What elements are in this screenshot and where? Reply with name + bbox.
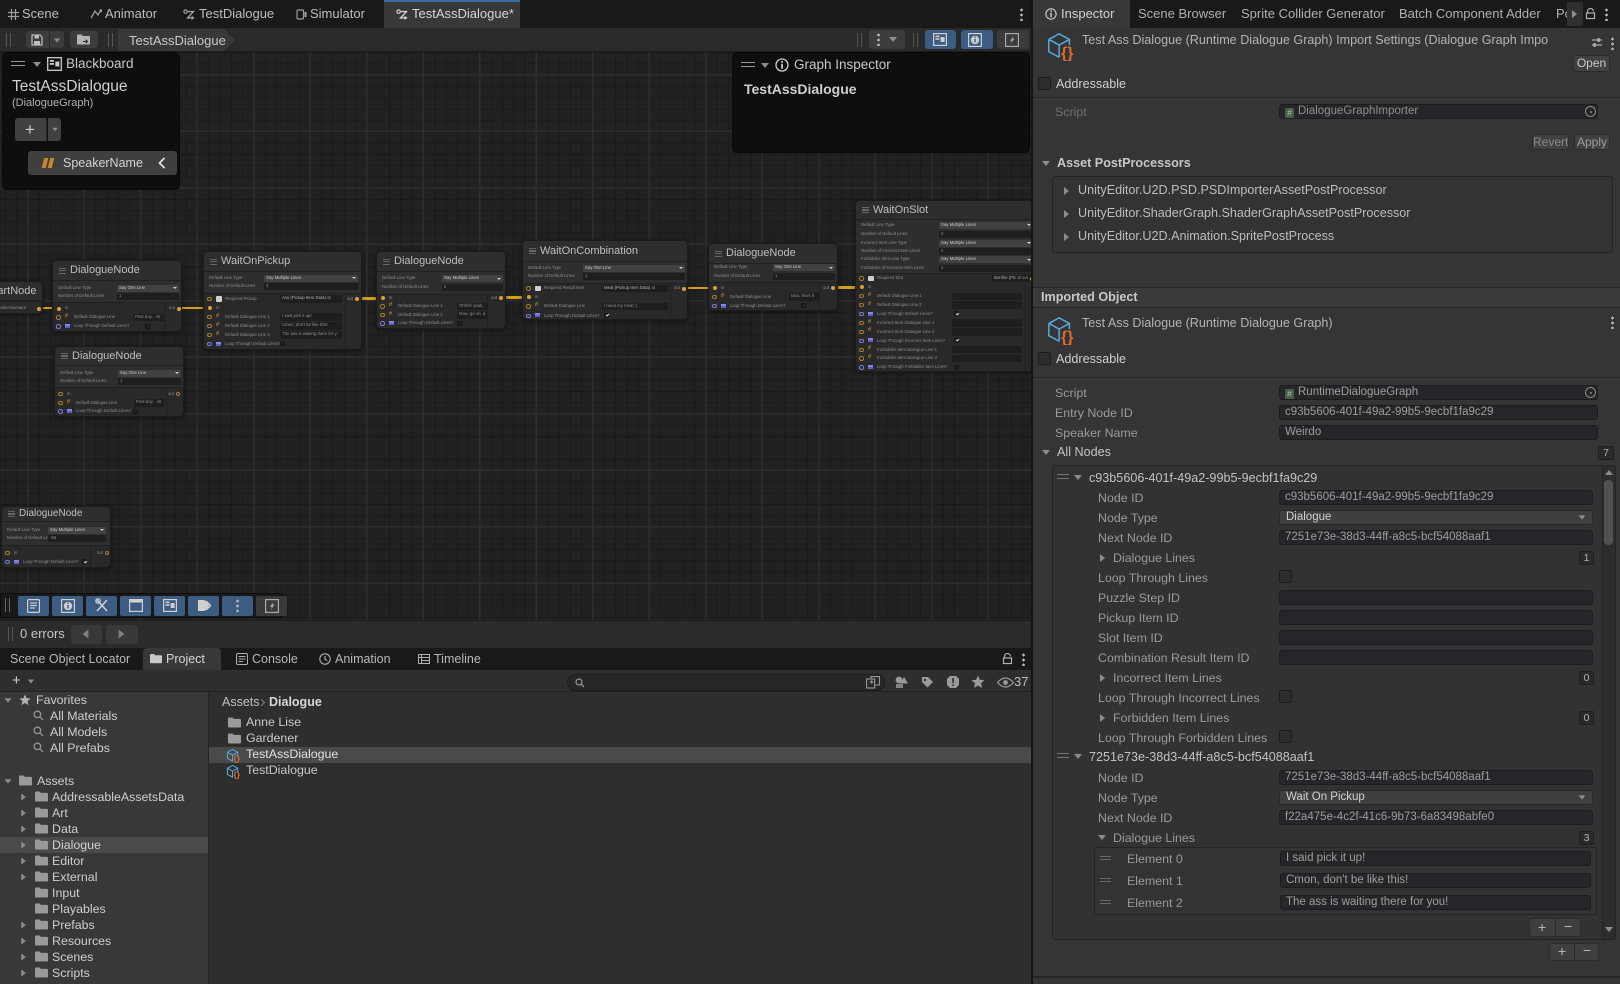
svg-text:{}: {} [234,754,241,763]
svg-text:{}: {} [1061,45,1073,61]
svg-text:{}: {} [1061,329,1073,345]
svg-text:{}: {} [234,770,241,779]
